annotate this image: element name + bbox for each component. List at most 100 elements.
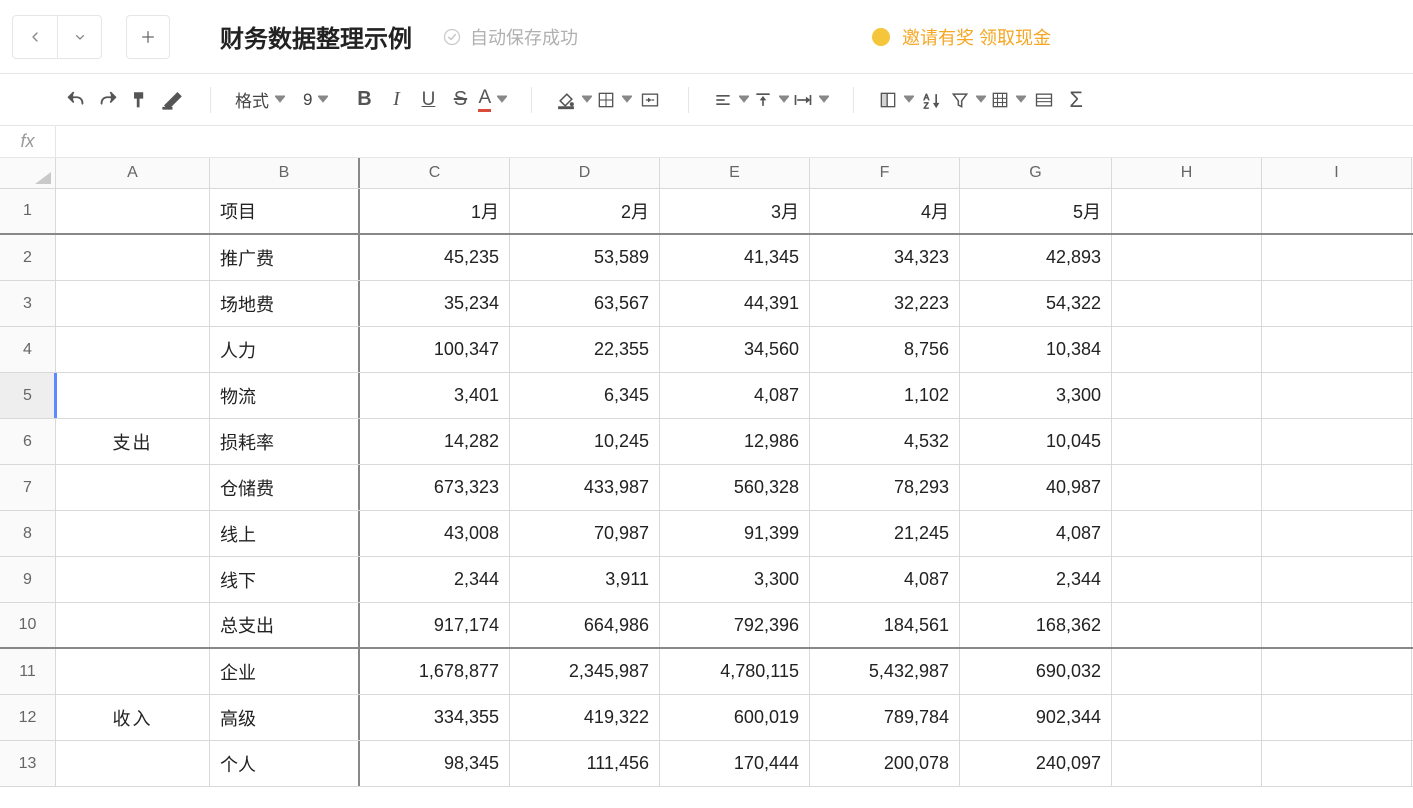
row-header[interactable]: 6 <box>0 419 56 464</box>
cell[interactable]: 1,102 <box>810 373 960 418</box>
insert-button[interactable] <box>988 84 1028 116</box>
cell[interactable]: 240,097 <box>960 741 1112 786</box>
cell[interactable]: 560,328 <box>660 465 810 510</box>
row-header[interactable]: 3 <box>0 281 56 326</box>
cell[interactable]: 总支出 <box>210 603 360 647</box>
italic-button[interactable]: I <box>380 84 412 116</box>
cell[interactable]: 高级 <box>210 695 360 740</box>
category-cell[interactable] <box>56 557 210 604</box>
cell[interactable] <box>1112 695 1262 740</box>
cell[interactable]: 2,344 <box>960 557 1112 602</box>
cell[interactable]: 44,391 <box>660 281 810 326</box>
cell[interactable] <box>1262 327 1412 372</box>
cell[interactable]: 34,323 <box>810 235 960 280</box>
category-cell[interactable] <box>56 373 210 420</box>
cell[interactable] <box>1112 281 1262 326</box>
cell[interactable] <box>1262 603 1412 647</box>
cell[interactable]: 789,784 <box>810 695 960 740</box>
cell[interactable]: 线下 <box>210 557 360 602</box>
row-header[interactable]: 7 <box>0 465 56 510</box>
cell[interactable]: 792,396 <box>660 603 810 647</box>
cell[interactable]: 14,282 <box>360 419 510 464</box>
cell[interactable]: 损耗率 <box>210 419 360 464</box>
cell[interactable]: 4月 <box>810 189 960 233</box>
cell[interactable] <box>1262 695 1412 740</box>
col-header[interactable]: E <box>660 158 810 188</box>
cell[interactable]: 人力 <box>210 327 360 372</box>
cell[interactable] <box>1262 281 1412 326</box>
cell[interactable]: 433,987 <box>510 465 660 510</box>
cell[interactable]: 12,986 <box>660 419 810 464</box>
row-header[interactable]: 13 <box>0 741 56 786</box>
spreadsheet-grid[interactable]: A B C D E F G H I 1项目1月2月3月4月5月2推广费45,23… <box>0 158 1413 787</box>
cell[interactable]: 5,432,987 <box>810 649 960 694</box>
cell[interactable] <box>1112 235 1262 280</box>
cell[interactable]: 40,987 <box>960 465 1112 510</box>
underline-button[interactable]: U <box>412 84 444 116</box>
cell[interactable]: 个人 <box>210 741 360 786</box>
cell[interactable]: 4,780,115 <box>660 649 810 694</box>
cell[interactable]: 45,235 <box>360 235 510 280</box>
merge-cells-button[interactable] <box>634 84 666 116</box>
cell[interactable]: 673,323 <box>360 465 510 510</box>
cell[interactable] <box>1112 189 1262 233</box>
cell[interactable]: 3,300 <box>660 557 810 602</box>
format-dropdown[interactable]: 格式 <box>233 84 287 116</box>
cell[interactable] <box>1112 603 1262 647</box>
cell[interactable]: 2月 <box>510 189 660 233</box>
category-cell[interactable] <box>56 235 210 282</box>
col-header[interactable]: F <box>810 158 960 188</box>
cell[interactable]: 600,019 <box>660 695 810 740</box>
select-all-corner[interactable] <box>0 158 56 188</box>
h-align-button[interactable] <box>711 84 751 116</box>
row-header[interactable]: 9 <box>0 557 56 602</box>
document-title[interactable]: 财务数据整理示例 <box>220 19 412 54</box>
cell[interactable]: 70,987 <box>510 511 660 556</box>
sort-button[interactable]: AZ <box>916 84 948 116</box>
cell[interactable] <box>1262 419 1412 464</box>
row-header[interactable]: 2 <box>0 235 56 280</box>
text-color-button[interactable]: A <box>476 84 509 116</box>
cell[interactable]: 3,911 <box>510 557 660 602</box>
cell[interactable]: 场地费 <box>210 281 360 326</box>
v-align-button[interactable] <box>751 84 791 116</box>
bold-button[interactable]: B <box>348 84 380 116</box>
cell[interactable] <box>1112 741 1262 786</box>
cell[interactable]: 仓储费 <box>210 465 360 510</box>
cell[interactable] <box>1112 649 1262 694</box>
col-header[interactable]: I <box>1262 158 1412 188</box>
cell[interactable]: 63,567 <box>510 281 660 326</box>
cell[interactable]: 2,345,987 <box>510 649 660 694</box>
category-cell[interactable] <box>56 189 210 233</box>
cell[interactable]: 项目 <box>210 189 360 233</box>
cell[interactable]: 1月 <box>360 189 510 233</box>
col-header[interactable]: D <box>510 158 660 188</box>
cell[interactable] <box>1262 189 1412 233</box>
filter-button[interactable] <box>948 84 988 116</box>
cell[interactable]: 企业 <box>210 649 360 694</box>
row-header[interactable]: 11 <box>0 649 56 694</box>
cell[interactable] <box>1262 235 1412 280</box>
cell[interactable]: 43,008 <box>360 511 510 556</box>
cell[interactable]: 3月 <box>660 189 810 233</box>
formula-input[interactable] <box>56 126 1413 157</box>
row-header[interactable]: 4 <box>0 327 56 372</box>
cell[interactable]: 推广费 <box>210 235 360 280</box>
cell[interactable]: 1,678,877 <box>360 649 510 694</box>
cell[interactable]: 53,589 <box>510 235 660 280</box>
redo-button[interactable] <box>92 84 124 116</box>
cell[interactable]: 线上 <box>210 511 360 556</box>
cell[interactable]: 10,245 <box>510 419 660 464</box>
cell[interactable]: 419,322 <box>510 695 660 740</box>
cell[interactable] <box>1112 465 1262 510</box>
new-tab-button[interactable] <box>126 15 170 59</box>
cell[interactable] <box>1262 649 1412 694</box>
cell[interactable]: 200,078 <box>810 741 960 786</box>
freeze-panes-button[interactable] <box>876 84 916 116</box>
cell[interactable] <box>1262 373 1412 418</box>
back-button[interactable] <box>13 16 57 58</box>
cell[interactable] <box>1262 465 1412 510</box>
cell[interactable] <box>1112 557 1262 602</box>
col-header[interactable]: H <box>1112 158 1262 188</box>
cell[interactable]: 8,756 <box>810 327 960 372</box>
